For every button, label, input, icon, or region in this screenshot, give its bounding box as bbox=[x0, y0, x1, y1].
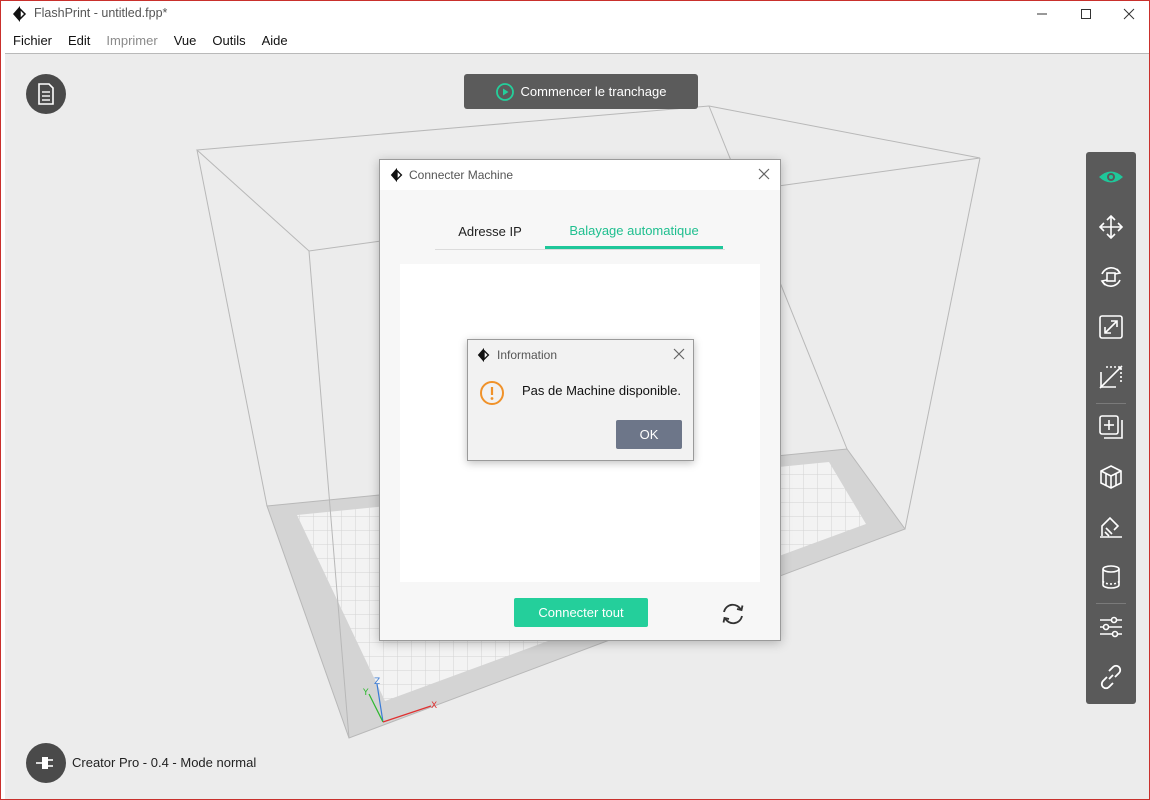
scale-icon bbox=[1099, 315, 1123, 339]
information-dialog: Information Pas de Machine disponible. O… bbox=[467, 339, 694, 461]
machine-connection-button[interactable] bbox=[26, 743, 66, 783]
axis-z-label: Z bbox=[374, 677, 380, 687]
toolbar-separator bbox=[1096, 403, 1126, 404]
tool-scale[interactable] bbox=[1091, 307, 1131, 347]
menu-outils[interactable]: Outils bbox=[204, 33, 253, 48]
menu-edit[interactable]: Edit bbox=[60, 33, 98, 48]
maximize-icon bbox=[1081, 9, 1091, 19]
info-message: Pas de Machine disponible. bbox=[522, 383, 681, 398]
tool-add[interactable] bbox=[1091, 407, 1131, 447]
tool-settings[interactable] bbox=[1091, 607, 1131, 647]
link-icon bbox=[1100, 664, 1122, 690]
view-icon bbox=[1099, 171, 1123, 183]
tool-connect[interactable] bbox=[1091, 657, 1131, 697]
maximize-button[interactable] bbox=[1063, 1, 1109, 27]
minimize-button[interactable] bbox=[1019, 1, 1065, 27]
minimize-icon bbox=[1037, 13, 1047, 15]
info-dialog-title: Information bbox=[497, 348, 558, 362]
extruder-icon bbox=[1100, 516, 1122, 538]
flashprint-logo-icon bbox=[13, 6, 27, 22]
warning-icon bbox=[480, 381, 504, 405]
axis-x-label: X bbox=[431, 701, 437, 711]
flashprint-logo-icon bbox=[477, 347, 490, 363]
connect-dialog-title: Connecter Machine bbox=[409, 168, 514, 182]
tool-move[interactable] bbox=[1091, 207, 1131, 247]
menu-bar: Fichier Edit Imprimer Vue Outils Aide bbox=[1, 29, 1149, 51]
settings-icon bbox=[1100, 616, 1122, 638]
toolbar-separator-2 bbox=[1096, 603, 1126, 604]
move-icon bbox=[1098, 214, 1124, 240]
tool-view[interactable] bbox=[1091, 157, 1131, 197]
flashprint-logo-icon bbox=[390, 167, 403, 183]
cut-icon bbox=[1099, 365, 1123, 389]
window-title: FlashPrint - untitled.fpp* bbox=[34, 6, 168, 20]
menu-imprimer[interactable]: Imprimer bbox=[98, 33, 165, 48]
info-dialog-titlebar: Information bbox=[468, 340, 693, 370]
rotate-icon bbox=[1100, 267, 1122, 287]
flashprint-window: FlashPrint - untitled.fpp* Fichier Edit … bbox=[0, 0, 1150, 800]
close-icon bbox=[1123, 8, 1135, 20]
machine-status-text: Creator Pro - 0.4 - Mode normal bbox=[72, 755, 257, 770]
start-slicing-label: Commencer le tranchage bbox=[520, 84, 667, 99]
menu-vue[interactable]: Vue bbox=[166, 33, 205, 48]
refresh-icon[interactable] bbox=[720, 601, 746, 627]
tool-rotate[interactable] bbox=[1091, 257, 1131, 297]
ok-button[interactable]: OK bbox=[616, 420, 682, 449]
connect-tabs: Adresse IP Balayage automatique bbox=[435, 215, 725, 250]
start-slicing-button[interactable]: Commencer le tranchage bbox=[464, 74, 698, 109]
connect-dialog-titlebar: Connecter Machine bbox=[380, 160, 780, 190]
tool-extruder[interactable] bbox=[1091, 507, 1131, 547]
add-icon bbox=[1099, 415, 1123, 439]
axis-y-label: Y bbox=[362, 688, 369, 698]
close-icon[interactable] bbox=[671, 346, 687, 362]
right-toolbar bbox=[1086, 152, 1136, 704]
menu-aide[interactable]: Aide bbox=[254, 33, 296, 48]
raft-icon bbox=[1102, 565, 1120, 589]
connect-all-button[interactable]: Connecter tout bbox=[514, 598, 648, 627]
menu-fichier[interactable]: Fichier bbox=[5, 33, 60, 48]
tab-ip-address[interactable]: Adresse IP bbox=[435, 215, 545, 247]
file-list-button[interactable] bbox=[26, 74, 66, 114]
close-button[interactable] bbox=[1106, 1, 1149, 27]
tool-cut[interactable] bbox=[1091, 357, 1131, 397]
tab-auto-scan[interactable]: Balayage automatique bbox=[545, 215, 723, 249]
plug-icon bbox=[36, 757, 53, 769]
play-icon bbox=[495, 82, 514, 101]
supports-icon bbox=[1100, 465, 1122, 489]
title-bar: FlashPrint - untitled.fpp* bbox=[1, 1, 1149, 27]
tool-supports[interactable] bbox=[1091, 457, 1131, 497]
tool-raft[interactable] bbox=[1091, 557, 1131, 597]
close-icon[interactable] bbox=[756, 166, 772, 182]
document-icon bbox=[38, 83, 54, 105]
